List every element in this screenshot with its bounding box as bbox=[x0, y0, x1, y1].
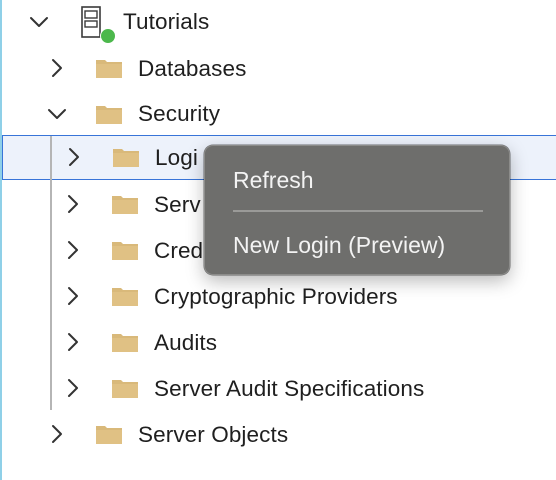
chevron-down-icon[interactable] bbox=[46, 103, 68, 125]
tree-indent-guide bbox=[50, 136, 52, 410]
tree-node-server-objects[interactable]: Server Objects bbox=[0, 412, 556, 458]
context-menu: Refresh New Login (Preview) bbox=[204, 145, 510, 275]
tree-node-audits[interactable]: Audits bbox=[0, 320, 556, 366]
tree-label-security: Security bbox=[138, 101, 221, 126]
tree-label-audits: Audits bbox=[154, 330, 218, 355]
menu-separator bbox=[233, 210, 483, 212]
chevron-right-icon[interactable] bbox=[46, 423, 68, 445]
tree-label-databases: Databases bbox=[138, 56, 247, 81]
tree-label-tutorials: Tutorials bbox=[123, 9, 210, 34]
folder-icon bbox=[95, 423, 123, 445]
folder-icon bbox=[111, 193, 139, 215]
chevron-right-icon[interactable] bbox=[46, 57, 68, 79]
chevron-right-icon[interactable] bbox=[62, 377, 84, 399]
folder-icon bbox=[95, 103, 123, 125]
chevron-right-icon[interactable] bbox=[63, 146, 85, 168]
tree-node-tutorials[interactable]: Tutorials bbox=[0, 0, 556, 46]
tree-node-cryptographic-providers[interactable]: Cryptographic Providers bbox=[0, 274, 556, 320]
connected-status-dot bbox=[100, 28, 116, 44]
chevron-right-icon[interactable] bbox=[62, 239, 84, 261]
tree-label-server-objects: Server Objects bbox=[138, 422, 289, 447]
tree-label-server-roles: Serv bbox=[154, 192, 201, 217]
menu-item-refresh[interactable]: Refresh bbox=[233, 166, 314, 194]
tree-label-cryptographic-providers: Cryptographic Providers bbox=[154, 284, 398, 309]
folder-icon bbox=[111, 239, 139, 261]
folder-icon bbox=[112, 146, 140, 168]
folder-icon bbox=[111, 331, 139, 353]
chevron-down-icon[interactable] bbox=[28, 11, 50, 33]
chevron-right-icon[interactable] bbox=[62, 331, 84, 353]
tree-node-server-audit-specifications[interactable]: Server Audit Specifications bbox=[0, 366, 556, 412]
tree-label-credentials: Cred bbox=[154, 238, 204, 263]
tree-node-security[interactable]: Security bbox=[0, 92, 556, 138]
tree-label-server-audit-specifications: Server Audit Specifications bbox=[154, 376, 425, 401]
chevron-right-icon[interactable] bbox=[62, 285, 84, 307]
tree-label-logins: Logi bbox=[155, 145, 198, 170]
tree-node-databases[interactable]: Databases bbox=[0, 46, 556, 92]
folder-icon bbox=[111, 377, 139, 399]
folder-icon bbox=[95, 57, 123, 79]
menu-item-new-login[interactable]: New Login (Preview) bbox=[233, 231, 445, 259]
chevron-right-icon[interactable] bbox=[62, 193, 84, 215]
folder-icon bbox=[111, 285, 139, 307]
